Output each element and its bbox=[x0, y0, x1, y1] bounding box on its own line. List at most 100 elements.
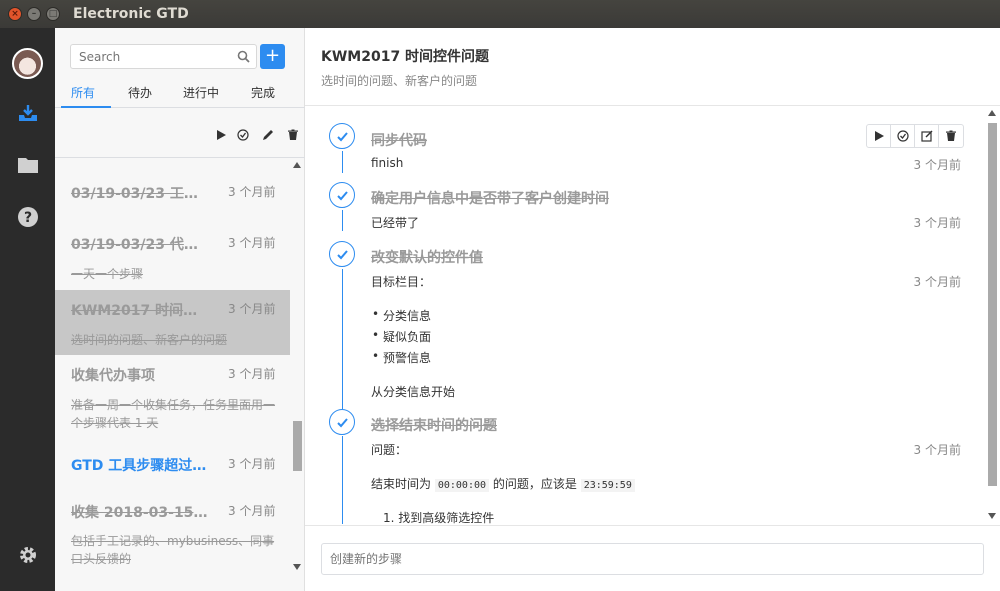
step-done-check-icon[interactable] bbox=[329, 241, 355, 267]
item-title: 03/19-03/23 工作日志 bbox=[71, 186, 211, 202]
edit-pencil-icon[interactable] bbox=[262, 129, 274, 141]
project-list-panel: + 所有 待办 进行中 完成 03/19-03/23 工作日志 3 个月前 03… bbox=[55, 28, 305, 591]
avatar[interactable] bbox=[12, 48, 43, 79]
step-bullet: 疑似负面 bbox=[372, 328, 431, 345]
window-titlebar: × – □ Electronic GTD bbox=[0, 0, 1000, 28]
window-title: Electronic GTD bbox=[73, 6, 189, 22]
maximize-window-icon[interactable]: □ bbox=[46, 7, 60, 21]
item-time: 3 个月前 bbox=[228, 504, 276, 518]
item-desc: 准备一周一个收集任务，任务里面用一个步骤代表 1 天 bbox=[71, 398, 276, 430]
item-desc: 包括手工记录的、mybusiness、同事口头反馈的 bbox=[71, 534, 275, 566]
step-done-check-icon[interactable] bbox=[329, 123, 355, 149]
step-title: 改变默认的控件值 bbox=[371, 250, 483, 266]
add-project-button[interactable]: + bbox=[260, 44, 285, 69]
check-circle-icon[interactable] bbox=[237, 129, 249, 141]
inline-code: 23:59:59 bbox=[580, 479, 635, 492]
step-bullet: 分类信息 bbox=[372, 307, 431, 324]
step-body: finish bbox=[371, 156, 404, 170]
project-list: 03/19-03/23 工作日志 3 个月前 03/19-03/23 代办事项 … bbox=[55, 159, 290, 574]
new-step-input[interactable] bbox=[322, 544, 962, 574]
item-title: 收集 2018-03-15 未完成的事项 bbox=[71, 505, 211, 521]
minimize-window-icon[interactable]: – bbox=[27, 7, 41, 21]
step-toolbar bbox=[866, 124, 964, 148]
step-title: 同步代码 bbox=[371, 133, 427, 149]
help-icon[interactable]: ? bbox=[17, 206, 39, 228]
step-time: 3 个月前 bbox=[913, 158, 961, 172]
status-tabs: 所有 待办 进行中 完成 bbox=[55, 80, 305, 108]
timeline-line bbox=[342, 151, 343, 173]
detail-panel: KWM2017 时间控件问题 选时间的问题、新客户的问题 同步代码 finish… bbox=[305, 28, 1000, 591]
item-time: 3 个月前 bbox=[228, 185, 276, 199]
scroll-up-arrow-icon[interactable] bbox=[988, 110, 996, 116]
list-item[interactable]: 收集 2018-03-15 未完成的事项 3 个月前 包括手工记录的、mybus… bbox=[55, 490, 290, 574]
step-title: 选择结束时间的问题 bbox=[371, 418, 497, 434]
timeline-line bbox=[342, 269, 343, 409]
close-window-icon[interactable]: × bbox=[8, 7, 22, 21]
settings-icon[interactable] bbox=[17, 544, 39, 566]
text: 的问题，应该是 bbox=[492, 477, 577, 491]
scroll-up-arrow-icon[interactable] bbox=[293, 162, 301, 168]
item-title: KWM2017 时间控件问题 bbox=[71, 303, 211, 319]
inbox-download-icon[interactable] bbox=[17, 102, 39, 124]
list-item[interactable]: 收集代办事项 3 个月前 准备一周一个收集任务，任务里面用一个步骤代表 1 天 bbox=[55, 355, 290, 445]
step-text-line: 结束时间为 00:00:00 的问题，应该是 23:59:59 bbox=[371, 475, 635, 492]
step-done-check-icon[interactable] bbox=[329, 182, 355, 208]
item-title: 收集代办事项 bbox=[71, 368, 155, 384]
item-time: 3 个月前 bbox=[228, 367, 276, 381]
step-done-check-icon[interactable] bbox=[329, 409, 355, 435]
folder-icon[interactable] bbox=[17, 154, 39, 176]
scroll-down-arrow-icon[interactable] bbox=[293, 564, 301, 570]
check-circle-icon[interactable] bbox=[891, 125, 915, 147]
scroll-down-arrow-icon[interactable] bbox=[988, 513, 996, 519]
step-body: 问题： bbox=[371, 443, 408, 457]
timeline-line bbox=[342, 436, 343, 524]
item-title: GTD 工具步骤超过显示区域 bbox=[71, 458, 211, 474]
step-bullet: 预警信息 bbox=[372, 349, 431, 366]
ordered-item: 1. 找到高级筛选控件 bbox=[383, 511, 495, 524]
step-body: 目标栏目： bbox=[371, 275, 432, 289]
item-desc: 选时间的问题、新客户的问题 bbox=[71, 333, 228, 347]
divider bbox=[305, 525, 1000, 526]
tab-all[interactable]: 所有 bbox=[71, 84, 95, 101]
step-time: 3 个月前 bbox=[913, 443, 961, 457]
search-icon[interactable] bbox=[237, 50, 250, 63]
item-time: 3 个月前 bbox=[228, 457, 276, 471]
scrollbar-thumb[interactable] bbox=[293, 421, 302, 471]
search-input[interactable] bbox=[71, 45, 231, 68]
step-title: 确定用户信息中是否带了客户创建时间 bbox=[371, 191, 609, 207]
list-toolbar bbox=[55, 108, 305, 158]
play-icon[interactable] bbox=[867, 125, 891, 147]
step-note: 从分类信息开始 bbox=[371, 385, 456, 399]
tab-todo[interactable]: 待办 bbox=[128, 84, 152, 101]
search-box bbox=[70, 44, 257, 69]
list-item[interactable]: GTD 工具步骤超过显示区域 3 个月前 bbox=[55, 445, 290, 490]
steps-timeline: 同步代码 finish 3 个月前 确定用户信息中是否带了客户创建时间 已经带了… bbox=[305, 106, 987, 524]
nav-sidebar: ? bbox=[0, 28, 55, 591]
svg-text:?: ? bbox=[24, 210, 32, 226]
edit-icon[interactable] bbox=[915, 125, 939, 147]
list-item-selected[interactable]: KWM2017 时间控件问题 3 个月前 选时间的问题、新客户的问题 bbox=[55, 290, 290, 355]
item-desc: 一天一个步骤 bbox=[71, 267, 144, 281]
inline-code: 00:00:00 bbox=[434, 479, 490, 492]
item-title: 03/19-03/23 代办事项 bbox=[71, 237, 211, 253]
project-subtitle: 选时间的问题、新客户的问题 bbox=[321, 74, 478, 88]
list-scrollbar[interactable] bbox=[292, 159, 303, 574]
trash-icon[interactable] bbox=[939, 125, 963, 147]
step-time: 3 个月前 bbox=[913, 275, 961, 289]
step-time: 3 个月前 bbox=[913, 216, 961, 230]
step-body: 已经带了 bbox=[371, 216, 420, 230]
tab-done[interactable]: 完成 bbox=[251, 84, 275, 101]
list-item[interactable]: 03/19-03/23 代办事项 3 个月前 一天一个步骤 bbox=[55, 209, 290, 290]
list-item[interactable]: 03/19-03/23 工作日志 3 个月前 bbox=[55, 159, 290, 209]
item-time: 3 个月前 bbox=[228, 236, 276, 250]
item-time: 3 个月前 bbox=[228, 302, 276, 316]
new-step-box bbox=[321, 543, 984, 575]
timeline-line bbox=[342, 210, 343, 231]
scrollbar-thumb[interactable] bbox=[988, 123, 997, 486]
text: 结束时间为 bbox=[371, 477, 432, 491]
play-icon[interactable] bbox=[215, 129, 227, 141]
tab-in-progress[interactable]: 进行中 bbox=[183, 84, 219, 101]
detail-scrollbar[interactable] bbox=[987, 106, 998, 524]
project-title: KWM2017 时间控件问题 bbox=[321, 49, 490, 65]
trash-icon[interactable] bbox=[287, 129, 299, 141]
